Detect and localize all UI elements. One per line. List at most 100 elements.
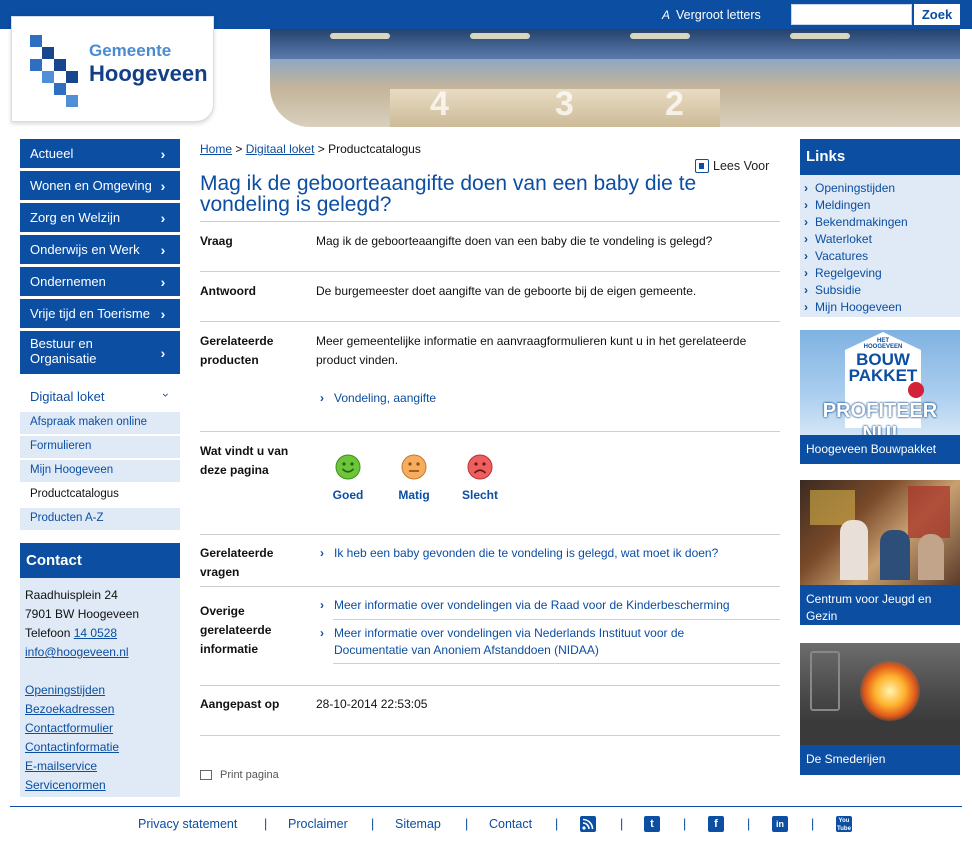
nav-item-label: Vrije tijd en Toerisme [30,306,150,321]
print-label: Print pagina [220,769,279,781]
contact-link-openingstijden[interactable]: Openingstijden [25,683,105,697]
contact-link-bezoekadressen[interactable]: Bezoekadressen [25,702,114,716]
promo-smederijen-image [800,643,960,745]
read-aloud-label: Lees Voor [713,159,770,173]
right-link-meldingen[interactable]: › Meldingen [804,197,956,214]
search-input[interactable] [791,4,912,25]
contact-panel: Raadhuisplein 24 7901 BW Hoogeveen Telef… [20,578,180,797]
promo-bouwpakket-caption: Hoogeveen Bouwpakket [800,435,960,464]
promo-centrum-jeugd-gezin[interactable]: Centrum voor Jeugd en Gezin [800,480,960,625]
footer-divider [10,806,962,807]
footer-separator: | [371,817,375,831]
nav-item-wonen[interactable]: Wonen en Omgeving › [20,171,180,200]
nav-item-label: Actueel [30,146,74,161]
subnav-item[interactable]: Formulieren [20,436,180,458]
contact-link-emailservice[interactable]: E-mailservice [25,759,97,773]
logo-text-gemeente: Gemeente [89,41,172,60]
nav-item-zorg[interactable]: Zorg en Welzijn › [20,203,180,232]
promo-bouwpakket[interactable]: HET HOOGEVEEN BOUW PAKKET PROFITEER NU! … [800,330,960,464]
footer-link-sitemap[interactable]: Sitemap [395,817,441,831]
logo-mark-icon [30,35,78,107]
facebook-icon[interactable]: f [708,816,724,832]
footer-link-privacy[interactable]: Privacy statement [138,817,237,831]
chevron-right-icon: › [804,215,808,229]
right-link-subsidie[interactable]: › Subsidie [804,282,956,299]
vraag-label: Vraag [200,234,233,248]
linkedin-icon[interactable]: in [772,816,788,832]
right-link-mijn-hoogeveen[interactable]: › Mijn Hoogeveen [804,299,956,316]
chevron-right-icon: › [160,177,166,194]
email-link[interactable]: info@hoogeveen.nl [25,645,129,659]
right-link-openingstijden[interactable]: › Openingstijden [804,180,956,197]
subnav-item[interactable]: Mijn Hoogeveen [20,460,180,482]
nav-item-ondernemen[interactable]: Ondernemen › [20,267,180,296]
breadcrumb-home[interactable]: Home [200,142,232,156]
right-link-label: Bekendmakingen [815,215,908,229]
contact-link-contactinformatie[interactable]: Contactinformatie [25,740,119,754]
breadcrumb-digitaal-loket[interactable]: Digitaal loket [246,142,315,156]
rating-matig-button[interactable] [401,454,427,480]
chevron-down-icon: › [159,393,173,397]
promo-bouwpakket-slogan: PROFITEER NU! [822,400,938,435]
other-info-link-label: Meer informatie over vondelingen via de … [334,598,730,612]
chevron-right-icon: › [804,283,808,297]
footer: Privacy statement | Proclaimer | Sitemap… [0,816,972,836]
nav-item-digitaal-loket[interactable]: Digitaal loket › [20,380,180,412]
nav-item-label: Ondernemen [30,274,106,289]
right-link-label: Waterloket [815,232,872,246]
right-link-label: Openingstijden [815,181,896,195]
twitter-icon[interactable]: t [644,816,660,832]
links-panel: › Openingstijden › Meldingen › Bekendmaking… [800,175,960,317]
other-info-link-nidaa[interactable]: › Meer informatie over vondelingen via N… [320,625,740,659]
print-button[interactable]: Print pagina [200,769,279,781]
chevron-right-icon: › [160,273,166,290]
nav-item-onderwijs[interactable]: Onderwijs en Werk › [20,235,180,264]
nav-item-bestuur[interactable]: Bestuur en Organisatie › [20,331,180,374]
gerelateerde-vragen-label: Gerelateerde vragen [200,546,274,579]
promo-smederijen-caption: De Smederijen [800,745,960,775]
contact-link-contactformulier[interactable]: Contactformulier [25,721,113,735]
site-logo[interactable]: Gemeente Hoogeveen [11,16,214,122]
search-button[interactable]: Zoek [914,4,960,25]
nav-item-label: Onderwijs en Werk [30,242,140,257]
divider [200,271,780,272]
other-info-link-kinderbescherming[interactable]: › Meer informatie over vondelingen via d… [320,597,780,614]
aangepast-value: 28-10-2014 22:53:05 [316,697,428,711]
footer-link-contact[interactable]: Contact [489,817,532,831]
nav-item-actueel[interactable]: Actueel › [20,139,180,168]
footer-link-proclaimer[interactable]: Proclaimer [288,817,348,831]
right-link-regelgeving[interactable]: › Regelgeving [804,265,956,282]
enlarge-text-button[interactable]: A Vergroot letters [662,8,761,22]
rating-matig-label[interactable]: Matig [384,488,444,502]
promo-smederijen[interactable]: De Smederijen [800,643,960,775]
phone-link[interactable]: 14 0528 [74,626,117,640]
contact-title: Contact [20,543,180,578]
youtube-icon[interactable]: You Tube [836,816,852,832]
rating-slecht-label[interactable]: Slecht [450,488,510,502]
rating-slecht-button[interactable] [467,454,493,480]
related-question-link[interactable]: › Ik heb een baby gevonden die te vondel… [320,545,780,562]
right-link-waterloket[interactable]: › Waterloket [804,231,956,248]
nav-item-vrije-tijd[interactable]: Vrije tijd en Toerisme › [20,299,180,328]
links-title: Links [800,139,960,175]
header-photo: 4 3 2 [270,29,960,127]
subnav-item[interactable]: Producten A-Z [20,508,180,530]
other-info-link-label: Meer informatie over vondelingen via Ned… [334,626,685,657]
rss-icon[interactable] [580,816,596,832]
related-product-link[interactable]: › Vondeling, aangifte [320,390,780,407]
enlarge-text-label: Vergroot letters [676,8,761,22]
contact-link-servicenormen[interactable]: Servicenormen [25,778,106,792]
promo-bouwpakket-image: HET HOOGEVEEN BOUW PAKKET PROFITEER NU! [800,330,960,435]
footer-separator: | [620,817,624,831]
phone-label: Telefoon [25,626,71,640]
subnav-item-active[interactable]: Productcatalogus [20,484,180,506]
read-aloud-button[interactable]: Lees Voor [695,159,769,173]
rating-goed-label[interactable]: Goed [318,488,378,502]
chevron-right-icon: › [160,241,166,258]
rating-goed-button[interactable] [335,454,361,480]
right-link-bekendmakingen[interactable]: › Bekendmakingen [804,214,956,231]
vraag-text: Mag ik de geboorteaangifte doen van een … [316,234,713,248]
right-link-vacatures[interactable]: › Vacatures [804,248,956,265]
subnav-item[interactable]: Afspraak maken online [20,412,180,434]
breadcrumb: Home > Digitaal loket > Productcatalogus [200,142,421,156]
